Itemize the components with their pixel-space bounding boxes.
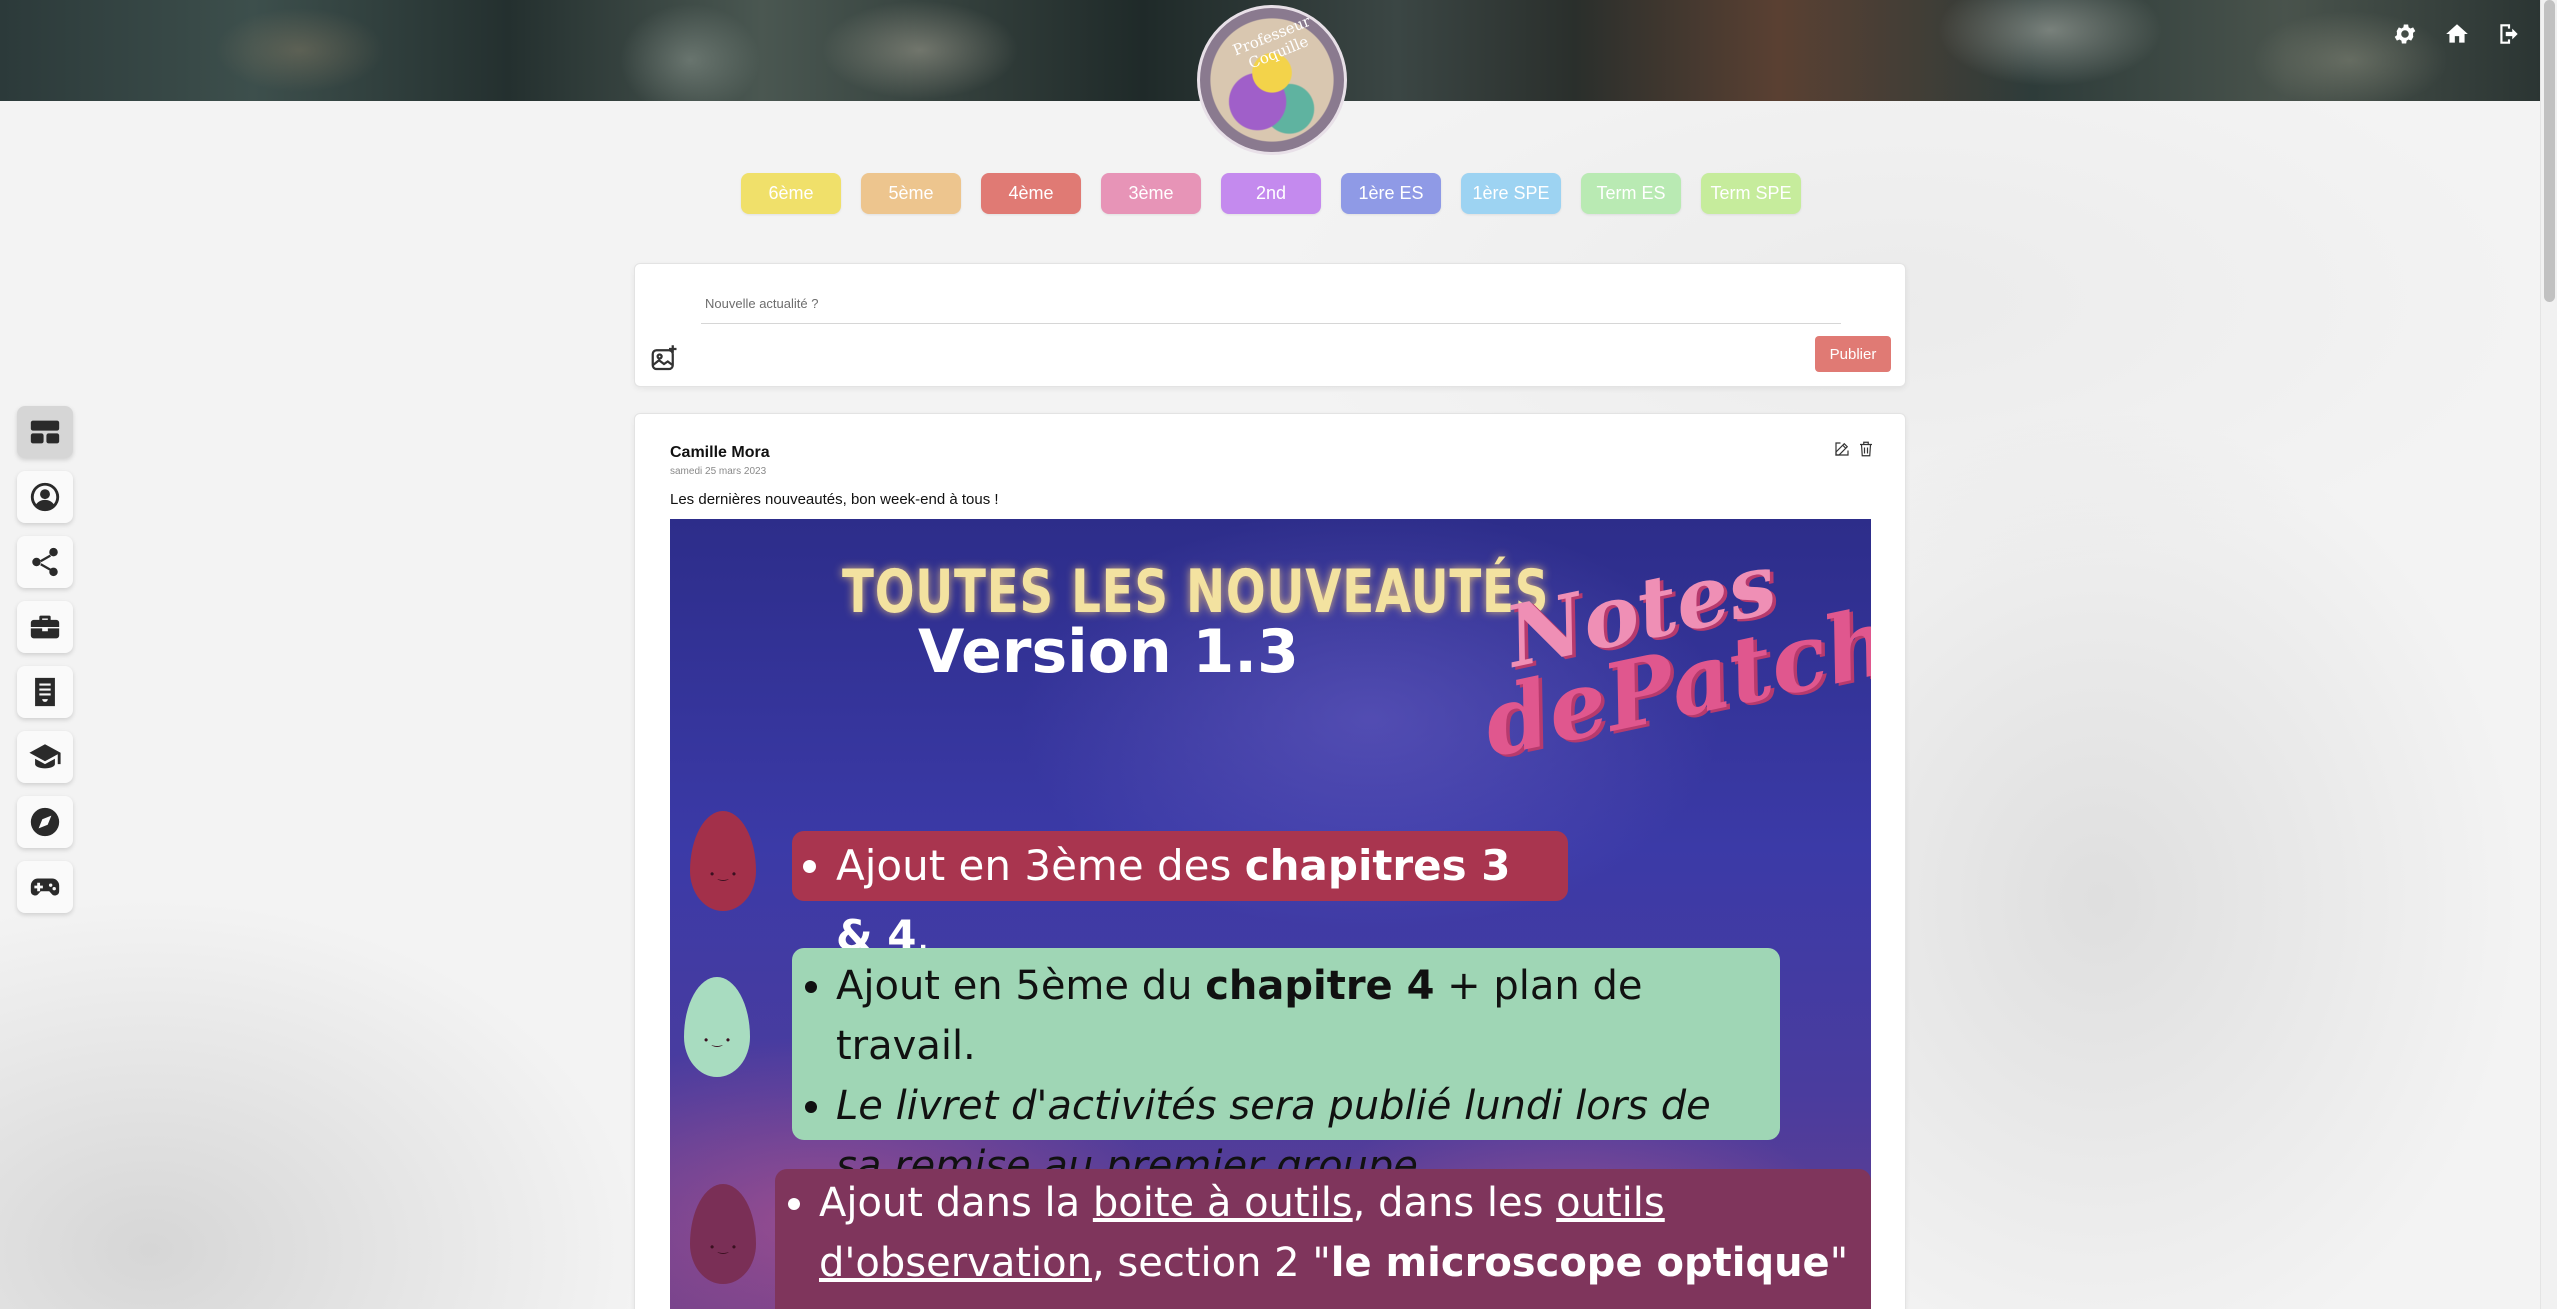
home-icon[interactable] [2443, 20, 2471, 48]
level-tab-4eme[interactable]: 4ème [981, 173, 1081, 214]
level-tab-6eme[interactable]: 6ème [741, 173, 841, 214]
document-icon [35, 677, 55, 707]
toolbox-icon [30, 615, 60, 639]
patch-notes-badge: Notes dePatch [1474, 533, 1871, 779]
patch-item-5eme: Ajout en 5ème du chapitre 4 + plan de tr… [792, 948, 1780, 1189]
compass-icon [30, 807, 60, 837]
level-tab-5eme[interactable]: 5ème [861, 173, 961, 214]
nav-toolbox[interactable] [17, 601, 73, 653]
patch-title-line2: Version 1.3 [918, 617, 1299, 687]
level-tab-term-es[interactable]: Term ES [1581, 173, 1681, 214]
nav-courses[interactable] [17, 731, 73, 783]
site-avatar[interactable]: Professeur Coquille [1197, 5, 1347, 155]
user-icon [30, 482, 60, 512]
patch-item-3eme: Ajout en 3ème des chapitres 3 & 4. [792, 831, 1568, 960]
nav-games[interactable] [17, 861, 73, 913]
side-nav [17, 406, 73, 913]
news-input[interactable] [701, 284, 1841, 324]
news-post: Camille Mora samedi 25 mars 2023 Les der… [634, 413, 1906, 1309]
scrollbar-thumb[interactable] [2544, 0, 2555, 302]
nav-dashboard[interactable] [17, 406, 73, 458]
nav-share[interactable] [17, 536, 73, 588]
gear-icon[interactable] [2391, 20, 2419, 48]
edit-icon[interactable] [1833, 440, 1851, 458]
level-tab-2nd[interactable]: 2nd [1221, 173, 1321, 214]
level-tab-3eme[interactable]: 3ème [1101, 173, 1201, 214]
red-drop: •‿• [690, 811, 756, 911]
share-icon [32, 547, 58, 577]
publish-button[interactable]: Publier [1815, 336, 1891, 372]
nav-profile[interactable] [17, 471, 73, 523]
post-date: samedi 25 mars 2023 [670, 466, 767, 477]
post-composer: Publier [634, 263, 1906, 387]
delete-icon[interactable] [1857, 440, 1875, 458]
graduation-cap-icon [29, 744, 61, 769]
level-tab-1ere-spe[interactable]: 1ère SPE [1461, 173, 1561, 214]
patch-item-toolbox: Ajout dans la boite à outils, dans les o… [775, 1169, 1871, 1309]
level-tabs: 6ème 5ème 4ème 3ème 2nd 1ère ES 1ère SPE… [741, 173, 1801, 214]
post-author: Camille Mora [670, 444, 770, 461]
logout-icon[interactable] [2495, 20, 2523, 48]
patch-notes-image[interactable]: TOUTES LES NOUVEAUTÉS Version 1.3 Notes … [670, 519, 1871, 1309]
top-icons [2391, 20, 2523, 48]
purple-drop: •‿• [690, 1184, 756, 1284]
post-actions [1833, 440, 1875, 458]
post-text: Les dernières nouveautés, bon week-end à… [670, 491, 999, 508]
add-image-icon[interactable] [649, 344, 679, 374]
green-drop: •‿• [684, 977, 750, 1077]
level-tab-1ere-es[interactable]: 1ère ES [1341, 173, 1441, 214]
dashboard-icon [30, 420, 60, 444]
nav-explore[interactable] [17, 796, 73, 848]
gamepad-icon [30, 878, 60, 896]
page-scrollbar[interactable] [2540, 0, 2557, 1309]
nav-documents[interactable] [17, 666, 73, 718]
level-tab-term-spe[interactable]: Term SPE [1701, 173, 1801, 214]
